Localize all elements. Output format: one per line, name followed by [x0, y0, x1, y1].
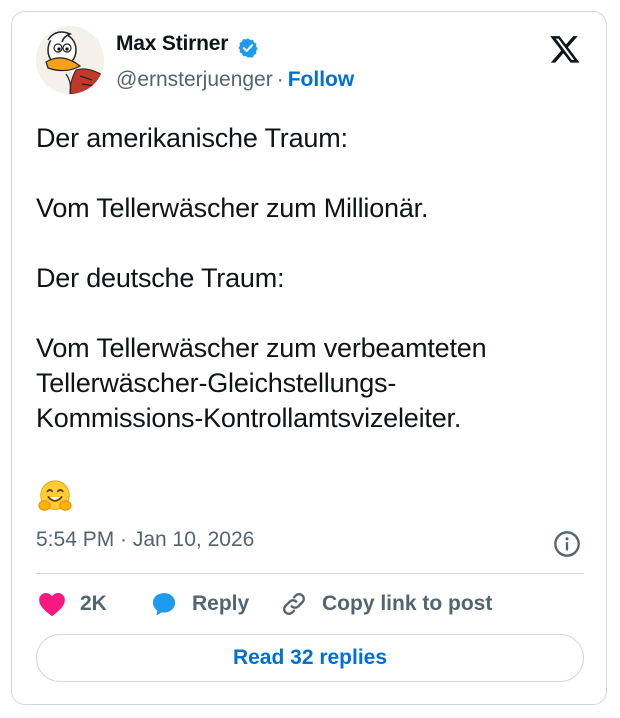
- handle-separator: ·: [276, 68, 284, 91]
- tweet-text: Der amerikanische Traum: Vom Tellerwäsch…: [36, 123, 487, 433]
- author-name[interactable]: Max Stirner: [116, 32, 228, 56]
- x-logo-icon[interactable]: [548, 33, 582, 65]
- reply-button[interactable]: Reply: [150, 588, 249, 620]
- link-icon: [283, 593, 305, 615]
- avatar[interactable]: [36, 26, 104, 94]
- like-count: 2K: [80, 592, 107, 615]
- actions-divider: [36, 573, 584, 574]
- like-button[interactable]: 2K: [38, 588, 107, 620]
- info-icon[interactable]: [553, 530, 581, 558]
- heart-icon: [39, 593, 65, 617]
- verified-badge-icon: [238, 38, 258, 58]
- reply-label: Reply: [192, 592, 250, 615]
- tweet-timestamp[interactable]: 5:54 PM · Jan 10, 2026: [36, 528, 254, 552]
- speech-bubble-icon: [152, 593, 176, 616]
- hugging-face-emoji: [38, 480, 72, 511]
- follow-button[interactable]: Follow: [288, 68, 355, 91]
- author-handle-line: @ernsterjuenger · Follow: [116, 68, 354, 92]
- copy-link-label: Copy link to post: [322, 592, 493, 615]
- read-replies-button[interactable]: Read 32 replies: [36, 634, 584, 682]
- copy-link-button[interactable]: Copy link to post: [280, 588, 492, 620]
- author-handle[interactable]: @ernsterjuenger: [116, 68, 273, 91]
